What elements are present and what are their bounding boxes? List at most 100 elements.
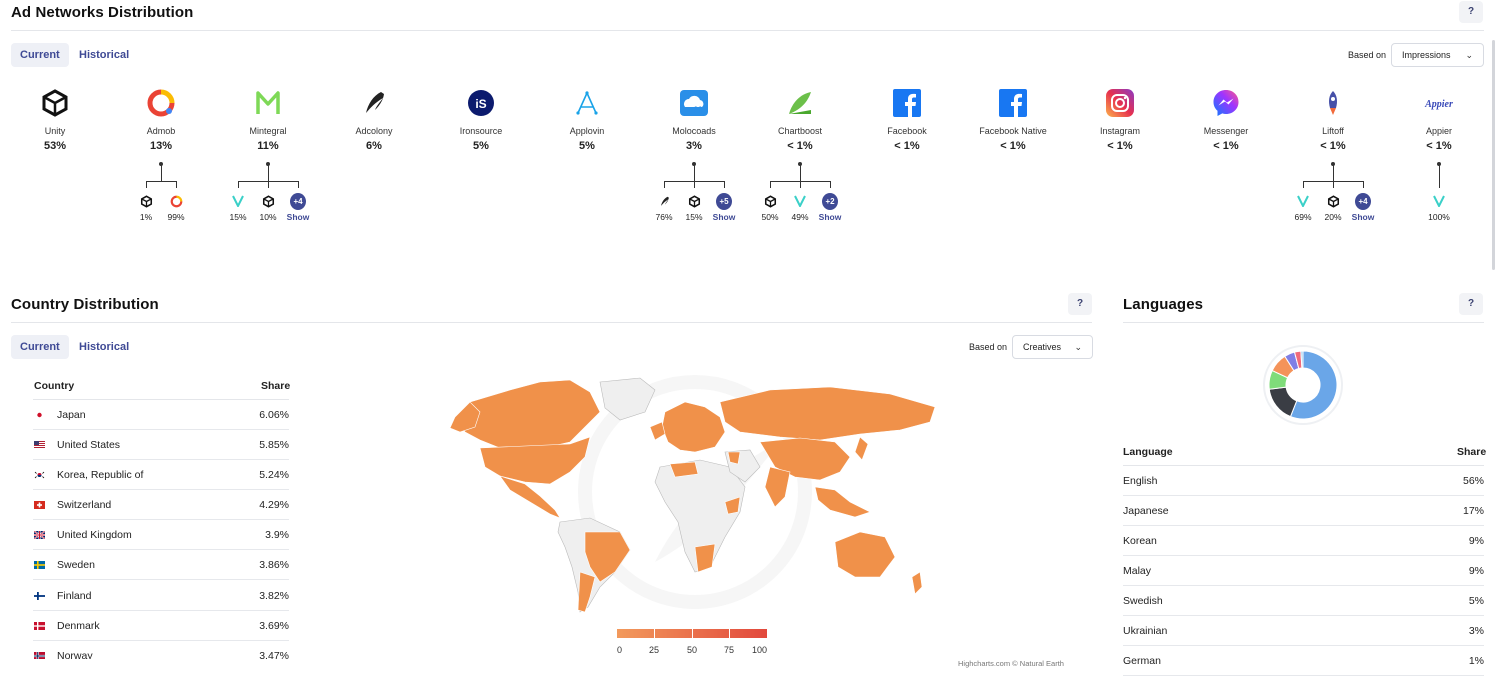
map-credit[interactable]: Highcharts.com © Natural Earth: [958, 659, 1064, 668]
tab-current[interactable]: Current: [11, 43, 69, 67]
map-southeast-asia[interactable]: [814, 486, 871, 518]
table-row[interactable]: Ukrainian 3%: [1123, 616, 1484, 646]
table-row[interactable]: Switzerland 4.29%: [33, 490, 289, 520]
subnet-unity[interactable]: 1%: [131, 193, 161, 222]
map-russia[interactable]: [719, 386, 936, 441]
network-facebook-native[interactable]: Facebook Native < 1%: [968, 88, 1058, 152]
map-india[interactable]: [764, 466, 791, 508]
network-instagram[interactable]: Instagram < 1%: [1075, 88, 1165, 152]
map-north-africa[interactable]: [669, 461, 699, 478]
based-on-select[interactable]: Creatives ⌄: [1012, 335, 1093, 359]
tree-line: [268, 164, 269, 181]
network-name: Facebook Native: [979, 126, 1047, 136]
world-map[interactable]: [440, 372, 950, 622]
show-more-button[interactable]: +2 Show: [815, 192, 845, 222]
table-row[interactable]: German 1%: [1123, 646, 1484, 676]
table-row[interactable]: Japan 6.06%: [33, 400, 289, 430]
map-color-legend: [617, 629, 767, 638]
table-row[interactable]: Finland 3.82%: [33, 581, 289, 611]
network-mintegral[interactable]: Mintegral 11%: [223, 88, 313, 152]
subnet-adcolony[interactable]: 76%: [649, 193, 679, 222]
country-share: 3.69%: [259, 620, 289, 632]
ad-networks-help-button[interactable]: ?: [1459, 1, 1483, 23]
map-uk[interactable]: [649, 421, 666, 441]
vungle-icon: [792, 193, 808, 209]
tree-line: [694, 164, 695, 181]
country-name: Korea, Republic of: [57, 469, 144, 481]
country-name: Finland: [57, 590, 92, 602]
country-help-button[interactable]: ?: [1068, 293, 1092, 315]
network-pct: < 1%: [894, 140, 920, 152]
map-australia[interactable]: [834, 531, 896, 578]
languages-donut-chart[interactable]: [1263, 345, 1343, 425]
tab-historical[interactable]: Historical: [70, 335, 138, 359]
network-adcolony[interactable]: Adcolony 6%: [329, 88, 419, 152]
table-row[interactable]: Malay 9%: [1123, 556, 1484, 586]
tab-historical[interactable]: Historical: [70, 43, 138, 67]
network-appier[interactable]: Appier Appier < 1%: [1394, 88, 1484, 152]
show-link[interactable]: Show: [1348, 212, 1378, 222]
country-share: 4.29%: [259, 499, 289, 511]
table-row[interactable]: Japanese 17%: [1123, 496, 1484, 526]
map-turkey[interactable]: [727, 451, 741, 465]
show-link[interactable]: Show: [709, 212, 739, 222]
svg-text:iS: iS: [475, 97, 486, 111]
legend-label: 100: [752, 645, 768, 655]
map-japan[interactable]: [854, 436, 869, 461]
map-europe[interactable]: [661, 401, 726, 453]
subnet-unity[interactable]: 15%: [679, 193, 709, 222]
table-row[interactable]: United States 5.85%: [33, 430, 289, 460]
network-admob[interactable]: Admob 13%: [116, 88, 206, 152]
show-more-button[interactable]: +4 Show: [283, 192, 313, 222]
svg-text:M: M: [694, 105, 702, 115]
table-row[interactable]: Norway 3.47%: [33, 641, 289, 659]
donut-slice-japanese[interactable]: [1268, 386, 1298, 418]
table-row[interactable]: Korea, Republic of 5.24%: [33, 460, 289, 490]
table-row[interactable]: Denmark 3.69%: [33, 611, 289, 641]
network-applovin[interactable]: Applovin 5%: [542, 88, 632, 152]
mintegral-icon: [253, 88, 283, 118]
table-row[interactable]: Sweden 3.86%: [33, 550, 289, 580]
based-on-select[interactable]: Impressions ⌄: [1391, 43, 1484, 67]
network-ironsource[interactable]: iS Ironsource 5%: [436, 88, 526, 152]
show-link[interactable]: Show: [283, 212, 313, 222]
network-name: Adcolony: [355, 126, 393, 136]
map-south-africa[interactable]: [694, 543, 716, 573]
network-name: Molocoads: [672, 126, 716, 136]
show-more-button[interactable]: +5 Show: [709, 192, 739, 222]
languages-help-button[interactable]: ?: [1459, 293, 1483, 315]
network-name: Appier: [1425, 126, 1452, 136]
show-more-button[interactable]: +4 Show: [1348, 192, 1378, 222]
subnet-vungle[interactable]: 15%: [223, 193, 253, 222]
network-messenger[interactable]: Messenger < 1%: [1181, 88, 1271, 152]
subnet-unity[interactable]: 20%: [1318, 193, 1348, 222]
network-liftoff[interactable]: Liftoff < 1%: [1288, 88, 1378, 152]
divider: [11, 30, 1484, 31]
tree-line: [1303, 181, 1304, 188]
network-molocoads[interactable]: M Molocoads 3%: [649, 88, 739, 152]
show-link[interactable]: Show: [815, 212, 845, 222]
applovin-icon: [572, 88, 602, 118]
network-facebook[interactable]: Facebook < 1%: [862, 88, 952, 152]
table-row[interactable]: English 56%: [1123, 466, 1484, 496]
subnet-vungle[interactable]: 69%: [1288, 193, 1318, 222]
more-count-badge: +4: [1355, 192, 1371, 210]
network-chartboost[interactable]: Chartboost < 1%: [755, 88, 845, 152]
network-pct: 5%: [473, 140, 489, 152]
subnet-unity[interactable]: 50%: [755, 193, 785, 222]
flag-finland-icon: [34, 592, 45, 600]
subnet-vungle[interactable]: 49%: [785, 193, 815, 222]
table-row[interactable]: United Kingdom 3.9%: [33, 520, 289, 550]
country-table[interactable]: Japan 6.06% United States 5.85% Korea, R…: [0, 400, 300, 659]
subnet-vungle[interactable]: 100%: [1424, 193, 1454, 222]
subnet-admob[interactable]: 99%: [161, 193, 191, 222]
table-row[interactable]: Korean 9%: [1123, 526, 1484, 556]
network-unity[interactable]: Unity 53%: [10, 88, 100, 152]
country-share: 6.06%: [259, 409, 289, 421]
subnet-unity[interactable]: 10%: [253, 193, 283, 222]
table-row[interactable]: Swedish 5%: [1123, 586, 1484, 616]
map-new-zealand[interactable]: [911, 571, 923, 595]
country-name: United States: [57, 439, 121, 451]
tab-current[interactable]: Current: [11, 335, 69, 359]
network-name: Unity: [44, 126, 66, 136]
